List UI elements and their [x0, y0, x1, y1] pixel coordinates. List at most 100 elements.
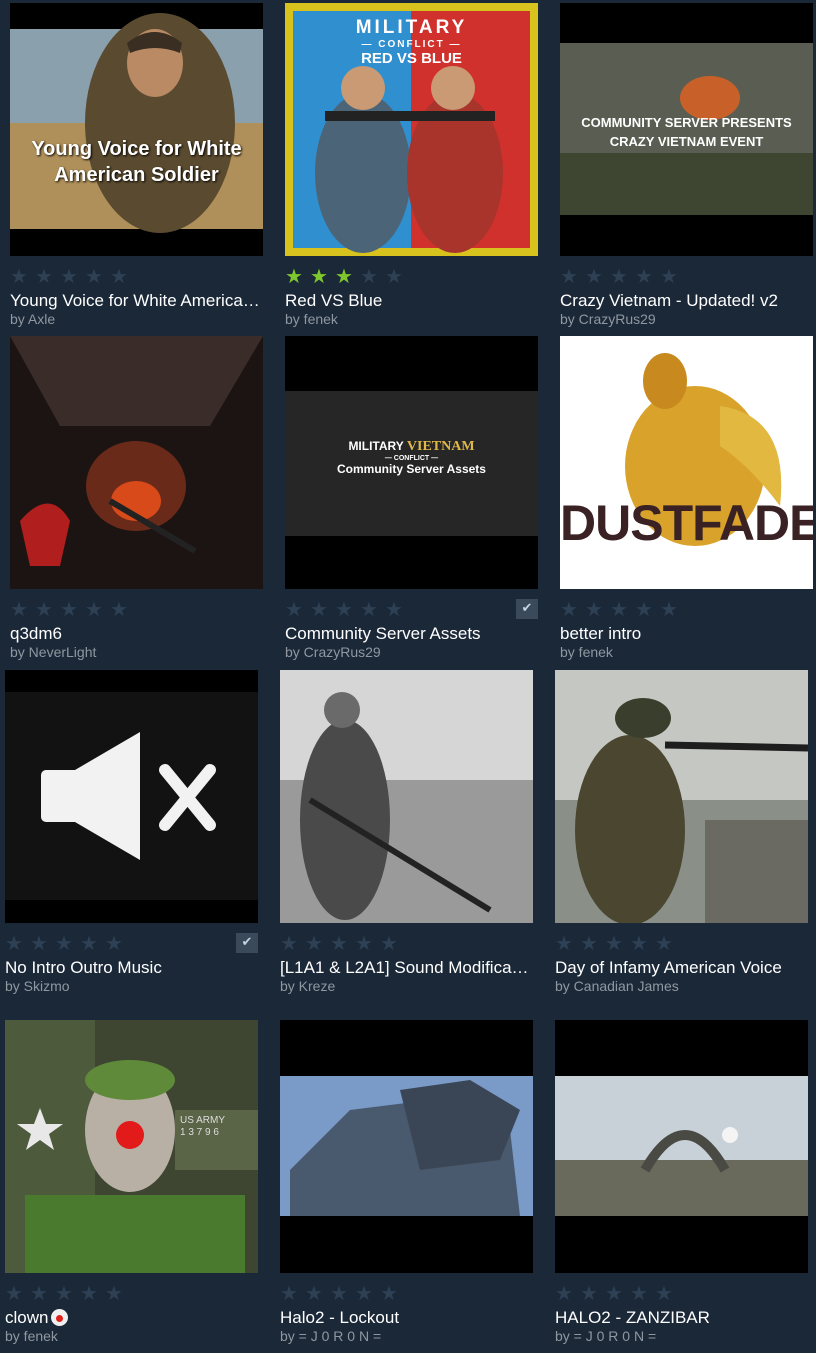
star-icon: ★ [605, 1281, 623, 1305]
item-author[interactable]: by = J 0 R 0 N = [280, 1328, 381, 1344]
rating-stars: ★ ★ ★ ★ ★ [555, 1283, 680, 1303]
item-thumbnail[interactable]: Young Voice for White American Soldier [10, 3, 263, 256]
item-title[interactable]: Halo2 - Lockout [280, 1308, 533, 1328]
star-icon: ★ [305, 931, 323, 955]
item-author[interactable]: by CrazyRus29 [560, 311, 656, 327]
star-icon: ★ [285, 597, 303, 621]
star-icon: ★ [380, 1281, 398, 1305]
workshop-item[interactable]: ★ ★ ★ ★ ★ HALO2 - ZANZIBAR by = J 0 R 0 N = [555, 1020, 808, 1353]
thumbnail-image [555, 1020, 808, 1273]
item-title-text: clown [5, 1308, 49, 1327]
workshop-item[interactable]: MILITARY VIETNAM — CONFLICT — Community … [285, 336, 538, 669]
item-title[interactable]: Day of Infamy American Voice [555, 958, 808, 978]
rating-stars: ★ ★ ★ ★ ★ [280, 1283, 405, 1303]
item-author[interactable]: by Skizmo [5, 978, 70, 994]
star-icon: ★ [330, 931, 348, 955]
star-icon: ★ [30, 931, 48, 955]
item-author[interactable]: by Kreze [280, 978, 335, 994]
workshop-item[interactable]: ★ ★ ★ ★ ★ ✔ No Intro Outro Music by Skizmo [5, 670, 258, 1003]
star-icon: ★ [380, 931, 398, 955]
item-title[interactable]: clown [5, 1308, 258, 1328]
workshop-item[interactable]: ★ ★ ★ ★ ★ Day of Infamy American Voice by Ca… [555, 670, 808, 1003]
workshop-item[interactable]: ★ ★ ★ ★ ★ Halo2 - Lockout by = J 0 R 0 N = [280, 1020, 533, 1353]
star-icon: ★ [80, 1281, 98, 1305]
star-icon: ★ [305, 1281, 323, 1305]
thumbnail-image [555, 670, 808, 923]
star-icon: ★ [580, 931, 598, 955]
star-icon: ★ [630, 1281, 648, 1305]
star-icon: ★ [355, 1281, 373, 1305]
star-icon: ★ [280, 931, 298, 955]
item-title[interactable]: q3dm6 [10, 624, 263, 644]
item-title[interactable]: Red VS Blue [285, 291, 538, 311]
workshop-item[interactable]: COMMUNITY SERVER PRESENTS CRAZY VIETNAM … [560, 3, 813, 336]
thumb-caption: Community Server Assets [337, 462, 486, 476]
item-thumbnail[interactable]: US ARMY 1 3 7 9 6 [5, 1020, 258, 1273]
item-title[interactable]: Community Server Assets [285, 624, 538, 644]
star-icon: ★ [110, 597, 128, 621]
item-title[interactable]: Young Voice for White American Soldier [10, 291, 263, 311]
star-icon: ★ [360, 597, 378, 621]
workshop-item[interactable]: ★ ★ ★ ★ ★ [L1A1 & L2A1] Sound Modification b… [280, 670, 533, 1003]
star-icon: ★ [335, 597, 353, 621]
star-icon: ★ [310, 597, 328, 621]
item-author[interactable]: by NeverLight [10, 644, 96, 660]
item-author[interactable]: by fenek [5, 1328, 58, 1344]
rating-stars: ★ ★ ★ ★ ★ [555, 933, 680, 953]
item-thumbnail[interactable]: MILITARY VIETNAM — CONFLICT — Community … [285, 336, 538, 589]
star-icon: ★ [635, 597, 653, 621]
rating-stars: ★ ★ ★ ★ ★ [10, 599, 135, 619]
star-icon: ★ [85, 264, 103, 288]
item-author[interactable]: by = J 0 R 0 N = [555, 1328, 656, 1344]
item-author[interactable]: by Axle [10, 311, 55, 327]
workshop-item[interactable]: Young Voice for White American Soldier ★… [10, 3, 263, 336]
star-icon: ★ [605, 931, 623, 955]
star-icon: ★ [5, 1281, 23, 1305]
workshop-item[interactable]: US ARMY 1 3 7 9 6 ★ ★ ★ ★ ★ clown by fenek [5, 1020, 258, 1353]
thumb-caption: American Soldier [54, 164, 219, 186]
star-icon: ★ [360, 264, 378, 288]
star-icon: ★ [35, 264, 53, 288]
star-icon: ★ [330, 1281, 348, 1305]
item-thumbnail[interactable] [280, 1020, 533, 1273]
item-title[interactable]: [L1A1 & L2A1] Sound Modification [280, 958, 533, 978]
checkmark-icon: ✔ [516, 599, 538, 619]
workshop-item[interactable]: ★ ★ ★ ★ ★ q3dm6 by NeverLight [10, 336, 263, 669]
item-author[interactable]: by Canadian James [555, 978, 679, 994]
star-icon: ★ [285, 264, 303, 288]
item-thumbnail[interactable]: COMMUNITY SERVER PRESENTS CRAZY VIETNAM … [560, 3, 813, 256]
star-icon: ★ [585, 597, 603, 621]
star-icon: ★ [30, 1281, 48, 1305]
item-thumbnail[interactable] [5, 670, 258, 923]
item-thumbnail[interactable]: MILITARY — CONFLICT — RED VS BLUE [285, 3, 538, 256]
star-icon: ★ [655, 1281, 673, 1305]
rating-stars: ★ ★ ★ ★ ★ [285, 266, 410, 286]
star-icon: ★ [555, 1281, 573, 1305]
item-author[interactable]: by CrazyRus29 [285, 644, 381, 660]
item-title[interactable]: better intro [560, 624, 813, 644]
star-icon: ★ [60, 264, 78, 288]
item-thumbnail[interactable] [555, 1020, 808, 1273]
item-title[interactable]: No Intro Outro Music [5, 958, 258, 978]
thumb-caption: CRAZY VIETNAM EVENT [609, 134, 764, 149]
item-author[interactable]: by fenek [285, 311, 338, 327]
star-icon: ★ [55, 1281, 73, 1305]
star-icon: ★ [110, 264, 128, 288]
thumb-caption: COMMUNITY SERVER PRESENTS [581, 115, 792, 130]
star-icon: ★ [655, 931, 673, 955]
workshop-item[interactable]: DUSTFADE ★ ★ ★ ★ ★ better intro by fenek [560, 336, 813, 669]
star-icon: ★ [80, 931, 98, 955]
item-thumbnail[interactable] [10, 336, 263, 589]
rating-stars: ★ ★ ★ ★ ★ [280, 933, 405, 953]
workshop-item[interactable]: MILITARY — CONFLICT — RED VS BLUE ★ ★ ★ ★ ★ … [285, 3, 538, 336]
rating-stars: ★ ★ ★ ★ ★ [5, 933, 130, 953]
item-title[interactable]: HALO2 - ZANZIBAR [555, 1308, 808, 1328]
thumb-caption: DUSTFADE [560, 495, 813, 551]
item-thumbnail[interactable]: DUSTFADE [560, 336, 813, 589]
star-icon: ★ [35, 597, 53, 621]
star-icon: ★ [310, 264, 328, 288]
item-title[interactable]: Crazy Vietnam - Updated! v2 [560, 291, 813, 311]
item-thumbnail[interactable] [555, 670, 808, 923]
item-author[interactable]: by fenek [560, 644, 613, 660]
item-thumbnail[interactable] [280, 670, 533, 923]
